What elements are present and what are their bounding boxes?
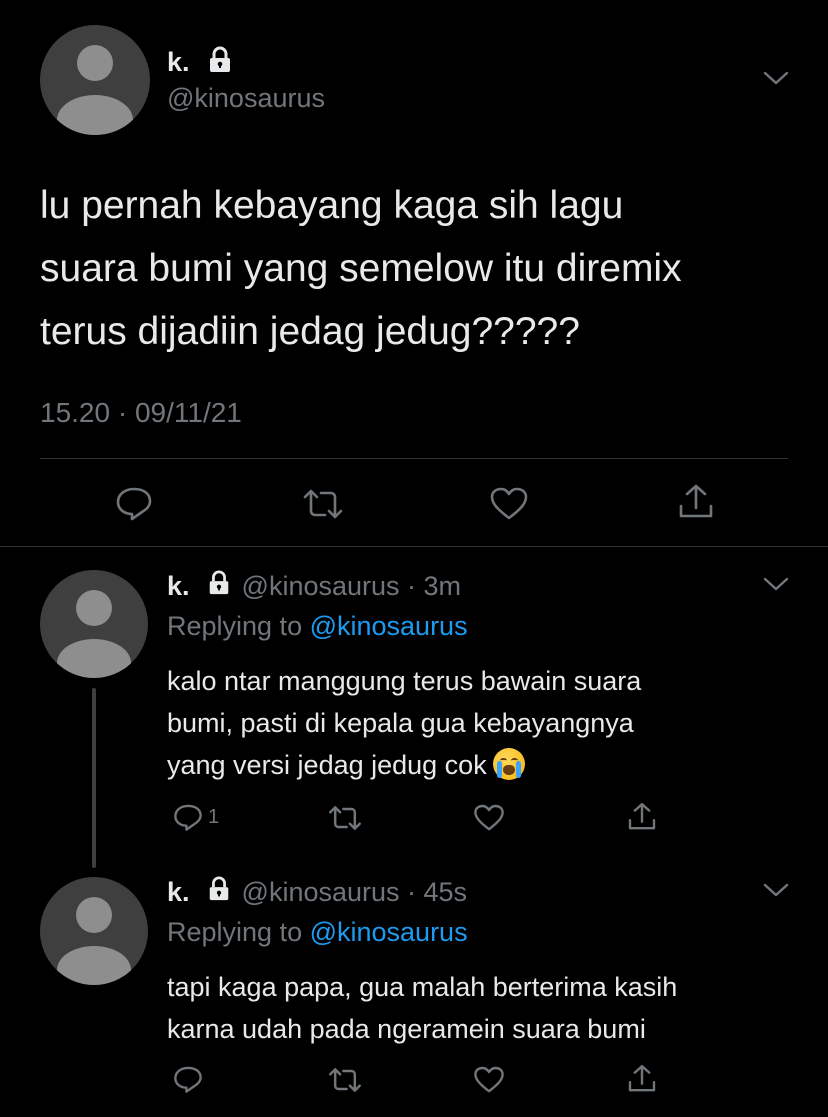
chevron-down-icon[interactable] (762, 68, 790, 88)
comment-icon (174, 804, 202, 831)
share-button[interactable] (626, 1062, 658, 1096)
tweet-text-line: lu pernah kebayang kaga sih lagu (40, 184, 624, 227)
author-name[interactable]: k. (167, 47, 190, 78)
reply-button[interactable] (114, 484, 154, 522)
lock-icon (206, 570, 232, 603)
chevron-down-icon[interactable] (762, 574, 790, 594)
like-button[interactable] (473, 1065, 505, 1095)
chevron-down-icon[interactable] (762, 880, 790, 900)
divider (40, 458, 788, 459)
tweet-text: lu pernah kebayang kaga sih lagu suara b… (40, 174, 682, 363)
share-icon (679, 484, 713, 518)
tweet-text-line: suara bumi yang semelow itu diremix (40, 247, 682, 290)
loudly-crying-face-icon (492, 748, 525, 780)
reply-button[interactable] (172, 1064, 204, 1094)
retweet-button[interactable] (327, 804, 363, 832)
reply-text-line: kalo ntar manggung terus bawain suara (167, 666, 642, 696)
share-icon (628, 1065, 656, 1092)
reply-header: k. @kinosaurus · 45s (167, 874, 467, 910)
replying-to-handle[interactable]: @kinosaurus (310, 611, 468, 641)
reply-text-line: karna udah pada ngeramein suara bumi (167, 1014, 646, 1044)
like-button[interactable] (473, 803, 505, 833)
replying-to-handle[interactable]: @kinosaurus (310, 917, 468, 947)
share-button[interactable] (676, 482, 716, 522)
retweet-icon (329, 1068, 361, 1092)
reply-text: tapi kaga papa, gua malah berterima kasi… (167, 966, 677, 1050)
like-button[interactable] (489, 486, 529, 522)
comment-icon (116, 487, 152, 521)
heart-icon (474, 1066, 504, 1093)
handle-and-time[interactable]: @kinosaurus · 45s (242, 877, 468, 908)
author-name[interactable]: k. (167, 571, 190, 602)
author-handle[interactable]: @kinosaurus (167, 83, 325, 114)
avatar[interactable] (40, 877, 148, 985)
replying-to: Replying to @kinosaurus (167, 611, 468, 642)
author-name[interactable]: k. (167, 877, 190, 908)
replying-to: Replying to @kinosaurus (167, 917, 468, 948)
share-icon (628, 803, 656, 830)
heart-icon (474, 804, 504, 831)
replying-to-label: Replying to (167, 917, 310, 947)
avatar[interactable] (40, 570, 148, 678)
main-author-name-row[interactable]: k. (167, 45, 234, 79)
retweet-button[interactable] (301, 487, 345, 521)
reply-text-line: bumi, pasti di kepala gua kebayangnya (167, 708, 634, 738)
share-button[interactable] (626, 800, 658, 834)
heart-icon (490, 487, 528, 520)
reply-text-line: yang versi jedag jedug cok (167, 750, 487, 780)
handle-and-time[interactable]: @kinosaurus · 3m (242, 571, 461, 602)
lock-icon (206, 876, 232, 909)
retweet-button[interactable] (327, 1066, 363, 1094)
lock-icon (206, 46, 234, 79)
reply-text-line: tapi kaga papa, gua malah berterima kasi… (167, 972, 678, 1002)
reply-button[interactable]: 1 (172, 802, 219, 832)
comment-icon (174, 1066, 202, 1093)
avatar[interactable] (40, 25, 150, 135)
replying-to-label: Replying to (167, 611, 310, 641)
retweet-icon (303, 489, 343, 519)
reply-text: kalo ntar manggung terus bawain suara bu… (167, 660, 641, 786)
divider (0, 546, 828, 547)
reply-count: 1 (208, 805, 220, 828)
tweet-timestamp[interactable]: 15.20 · 09/11/21 (40, 397, 242, 429)
tweet-text-line: terus dijadiin jedag jedug????? (40, 310, 580, 353)
thread-line (92, 688, 96, 868)
reply-header: k. @kinosaurus · 3m (167, 568, 461, 604)
retweet-icon (329, 806, 361, 830)
